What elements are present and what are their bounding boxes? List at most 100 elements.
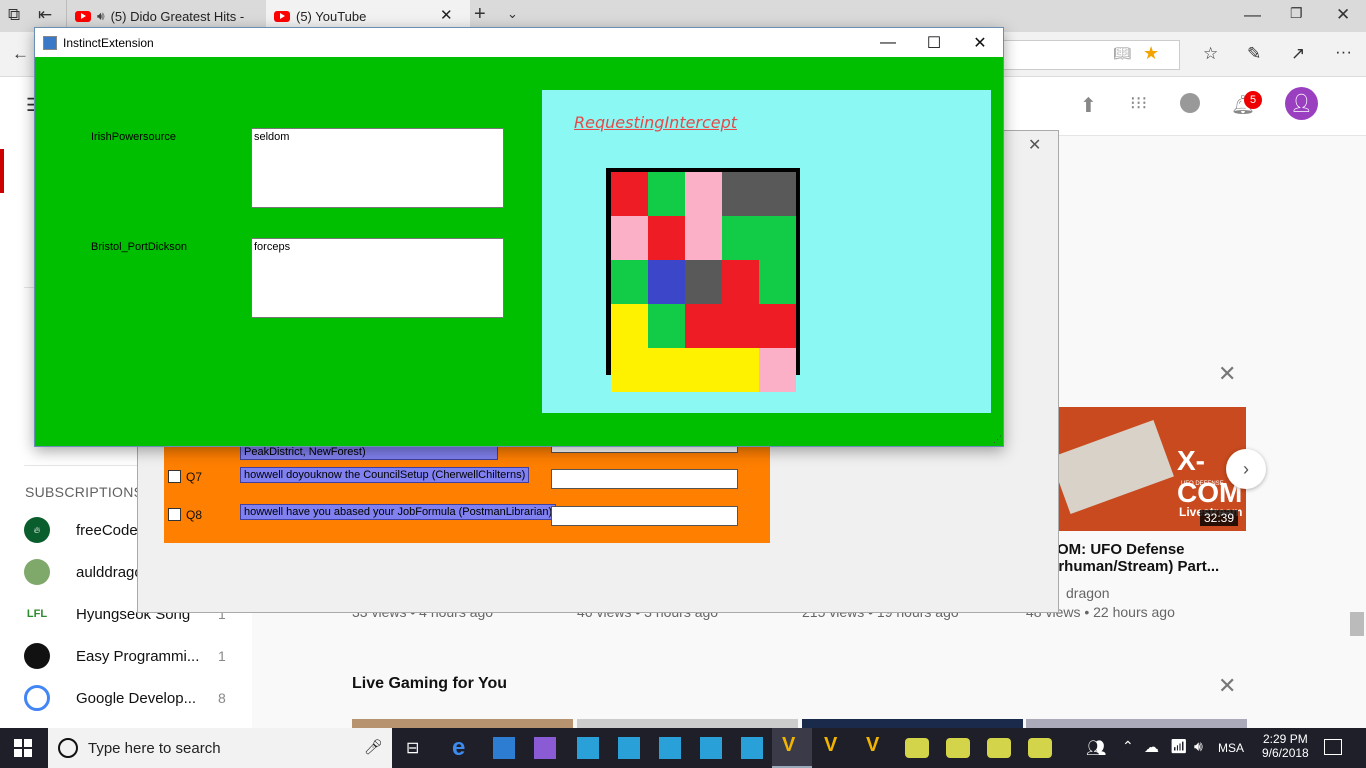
- set-aside-tabs-icon[interactable]: ⇤: [38, 5, 52, 25]
- avatar[interactable]: 👤︎: [1285, 87, 1318, 120]
- action-center-icon[interactable]: [1324, 739, 1342, 755]
- new-tab-icon[interactable]: +: [474, 3, 486, 26]
- video-channel[interactable]: dragon: [1066, 585, 1110, 601]
- field2-textbox[interactable]: forceps: [251, 238, 504, 318]
- active-app-icon[interactable]: V: [772, 728, 812, 768]
- grid-cell-green: [611, 260, 648, 304]
- chevron-up-icon[interactable]: ⌃: [1122, 738, 1134, 755]
- subscription-item[interactable]: Easy Programmi... 1: [24, 643, 226, 669]
- edge-icon[interactable]: e: [452, 734, 465, 762]
- volume-icon[interactable]: 🔊︎: [1194, 738, 1203, 755]
- close-icon[interactable]: ✕: [957, 28, 1003, 57]
- windows-start-icon[interactable]: [14, 739, 32, 757]
- share-icon[interactable]: ↗: [1291, 44, 1305, 64]
- language-indicator[interactable]: MSA: [1218, 741, 1244, 755]
- panel-title: RequestingIntercept: [574, 113, 738, 132]
- web-note-icon[interactable]: ✎: [1247, 44, 1261, 64]
- upload-icon[interactable]: ⬆: [1080, 93, 1097, 118]
- task-view-icon[interactable]: ⊟: [406, 738, 419, 758]
- app-icon[interactable]: [1028, 738, 1052, 758]
- video-thumbnail[interactable]: [802, 719, 1023, 728]
- tab-title: (5) YouTube: [296, 8, 367, 24]
- back-arrow-icon[interactable]: ←: [12, 44, 29, 64]
- field1-textbox[interactable]: seldom: [251, 128, 504, 208]
- people-icon[interactable]: 👥︎: [1086, 738, 1106, 758]
- youtube-icon: [274, 10, 290, 22]
- q7-checkbox[interactable]: [168, 470, 181, 483]
- video-thumbnail[interactable]: [577, 719, 798, 728]
- video-thumbnail[interactable]: X-COM UFO DEFENSE Livestream 32:39: [1057, 407, 1246, 531]
- spaceship-shape: [1057, 419, 1174, 515]
- window-title-bar[interactable]: InstinctExtension — ☐ ✕: [35, 28, 1003, 57]
- q8-answer-field[interactable]: [551, 506, 738, 526]
- dismiss-shelf-icon[interactable]: ✕: [1218, 361, 1236, 387]
- subscription-item[interactable]: Google Develop... 8: [24, 685, 226, 711]
- scrollbar-thumb[interactable]: [1350, 612, 1364, 636]
- grid-cell-red: [722, 304, 759, 348]
- minimize-browser-icon[interactable]: —: [1244, 5, 1261, 25]
- vlc-like-icon[interactable]: V: [866, 734, 879, 757]
- notification-badge: 5: [1244, 91, 1262, 109]
- app-icon[interactable]: [946, 738, 970, 758]
- wifi-icon[interactable]: 📶︎: [1170, 738, 1188, 755]
- apps-grid-icon[interactable]: ⁝⁝⁝: [1130, 93, 1147, 114]
- microphone-icon[interactable]: 🎤︎: [364, 738, 383, 756]
- q8-checkbox[interactable]: [168, 508, 181, 521]
- q7-question: howwell doyouknow the CouncilSetup (Cher…: [240, 467, 530, 483]
- grid-cell-red: [759, 304, 796, 348]
- app-launcher-icon[interactable]: [659, 737, 681, 759]
- subscription-item[interactable]: aulddrago: [24, 559, 143, 585]
- video-thumbnail[interactable]: [1026, 719, 1247, 728]
- grid-cell-green: [722, 216, 759, 260]
- resize-grip-icon[interactable]: ⋰: [993, 434, 1002, 445]
- app-launcher-icon[interactable]: [577, 737, 599, 759]
- close-icon[interactable]: ✕: [1028, 135, 1041, 155]
- restore-browser-icon[interactable]: ❐: [1290, 5, 1303, 22]
- close-tab-icon[interactable]: ✕: [440, 6, 453, 24]
- app-launcher-icon[interactable]: [618, 737, 640, 759]
- clock-time: 2:29 PM: [1263, 732, 1308, 746]
- windows-taskbar: Type here to search 🎤︎ ⊟ e V V V 👥︎ ⌃ ☁ …: [0, 728, 1366, 768]
- next-arrow-button[interactable]: ›: [1226, 449, 1266, 489]
- more-icon[interactable]: ···: [1335, 42, 1352, 62]
- vscode-icon[interactable]: [493, 737, 515, 759]
- chevron-down-icon[interactable]: ⌄: [507, 6, 518, 22]
- speaker-icon[interactable]: 🔊︎: [97, 9, 105, 24]
- app-icon[interactable]: [987, 738, 1011, 758]
- subscriptions-heading: SUBSCRIPTIONS: [25, 484, 144, 500]
- app-icon[interactable]: [905, 738, 929, 758]
- active-nav-indicator: [0, 149, 4, 193]
- youtube-icon: [75, 10, 91, 22]
- grid-cell-gray: [759, 172, 796, 216]
- dismiss-shelf-icon[interactable]: ✕: [1218, 673, 1236, 699]
- grid-cell-yellow: [611, 304, 648, 348]
- messages-icon[interactable]: [1180, 93, 1200, 113]
- auld-dragon-avatar: [24, 559, 50, 585]
- maximize-icon[interactable]: ☐: [911, 28, 957, 57]
- subscription-item[interactable]: LFL Hyungseok Song 1: [24, 601, 226, 627]
- minimize-icon[interactable]: —: [865, 28, 911, 57]
- search-box[interactable]: Type here to search 🎤︎: [48, 728, 392, 768]
- app-launcher-icon[interactable]: [700, 737, 722, 759]
- app-launcher-icon[interactable]: [741, 737, 763, 759]
- clock[interactable]: 2:29 PM 9/6/2018: [1262, 732, 1309, 760]
- video-duration: 32:39: [1200, 510, 1239, 526]
- vlc-like-icon[interactable]: V: [824, 734, 837, 757]
- tab-actions-icon[interactable]: ⧉: [8, 5, 20, 25]
- reading-view-icon[interactable]: 📖︎: [1113, 45, 1131, 62]
- favorites-hub-icon[interactable]: ☆: [1203, 44, 1218, 64]
- onedrive-icon[interactable]: ☁: [1144, 738, 1159, 756]
- close-browser-icon[interactable]: ✕: [1336, 5, 1350, 25]
- shelf-title: Live Gaming for You: [352, 675, 507, 692]
- video-title[interactable]: OM: UFO Defense: [1057, 541, 1185, 558]
- google-developers-avatar: [24, 685, 50, 711]
- video-title-line2[interactable]: erhuman/Stream) Part...: [1050, 558, 1219, 575]
- subscription-item[interactable]: 🔥︎ freeCodeC: [24, 517, 149, 543]
- thumbnail-subtitle: UFO DEFENSE: [1181, 481, 1224, 487]
- url-field[interactable]: 📖︎ ★: [1000, 40, 1180, 70]
- grid-cell-pink: [611, 216, 648, 260]
- visual-studio-icon[interactable]: [534, 737, 556, 759]
- q7-answer-field[interactable]: [551, 469, 738, 489]
- favorite-star-icon[interactable]: ★: [1143, 43, 1159, 64]
- video-thumbnail[interactable]: [352, 719, 573, 728]
